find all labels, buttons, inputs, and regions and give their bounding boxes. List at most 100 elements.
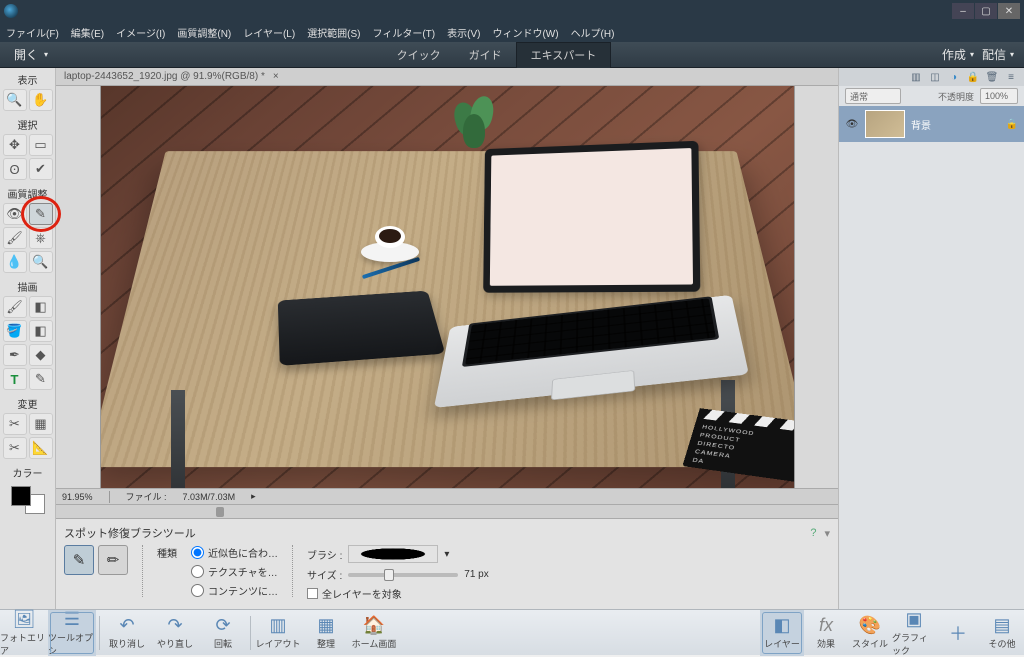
file-size-label: ファイル : xyxy=(126,490,167,503)
bb-redo[interactable]: ↷やり直し xyxy=(151,610,199,656)
smart-brush-tool[interactable]: 🖌 xyxy=(3,227,27,249)
tool-section-select: 選択 xyxy=(18,115,38,134)
size-slider[interactable] xyxy=(348,573,458,577)
zoom-tool[interactable]: 🔍 xyxy=(3,89,27,111)
eyedropper-tool[interactable]: ✒ xyxy=(3,344,27,366)
opt-content[interactable]: コンテンツに… xyxy=(191,583,278,598)
spot-heal-tool[interactable]: ✎ xyxy=(29,203,53,225)
bb-organize[interactable]: ▦整理 xyxy=(302,610,350,656)
panel-options-icon[interactable]: ≡ xyxy=(1004,70,1018,84)
bb-layout[interactable]: ▥レイアウト xyxy=(254,610,302,656)
lasso-tool[interactable]: ʘ xyxy=(3,158,27,180)
close-button[interactable]: ✕ xyxy=(998,3,1020,19)
tab-guide[interactable]: ガイド xyxy=(455,42,516,68)
bb-rotate[interactable]: ⟳回転 xyxy=(199,610,247,656)
brush-label: ブラシ : xyxy=(307,547,342,562)
layer-name: 背景 xyxy=(911,117,931,132)
recompose-tool[interactable]: ▦ xyxy=(29,413,53,435)
visibility-icon[interactable]: 👁 xyxy=(845,119,859,130)
menu-help[interactable]: ヘルプ(H) xyxy=(571,25,615,40)
crop-tool[interactable]: ✂ xyxy=(3,413,27,435)
deliver-dropdown[interactable]: 配信 xyxy=(982,46,1014,63)
pencil-tool[interactable]: ✎ xyxy=(29,368,53,390)
bb-photo-area[interactable]: 🖼フォトエリア xyxy=(0,610,48,656)
opt-proximity[interactable]: 近似色に合わ… xyxy=(191,545,278,560)
menu-edit[interactable]: 編集(E) xyxy=(71,25,104,40)
bb-layers[interactable]: ◧レイヤー xyxy=(760,610,804,656)
bb-graphics[interactable]: ▣グラフィック xyxy=(892,610,936,656)
menu-adjust[interactable]: 画質調整(N) xyxy=(177,25,231,40)
new-group-icon[interactable]: ◫ xyxy=(928,70,942,84)
menu-image[interactable]: イメージ(I) xyxy=(116,25,165,40)
shape-tool[interactable]: ◆ xyxy=(29,344,53,366)
menu-filter[interactable]: フィルター(T) xyxy=(373,25,436,40)
bb-home[interactable]: 🏠ホーム画面 xyxy=(350,610,398,656)
marquee-tool[interactable]: ▭ xyxy=(29,134,53,156)
bb-effects[interactable]: fx効果 xyxy=(804,610,848,656)
blend-mode-select[interactable]: 通常 xyxy=(845,88,901,104)
tab-quick[interactable]: クイック xyxy=(383,42,455,68)
new-layer-icon[interactable]: ▥ xyxy=(909,70,923,84)
hand-tool[interactable]: ✋ xyxy=(29,89,53,111)
eraser-tool[interactable]: ◧ xyxy=(29,296,53,318)
layer-row-background[interactable]: 👁 背景 🔒 xyxy=(839,106,1024,142)
content-move-tool[interactable]: ✂ xyxy=(3,437,27,459)
lock-icon: 🔒 xyxy=(1006,119,1018,130)
tool-section-mod: 変更 xyxy=(18,394,38,413)
tab-expert[interactable]: エキスパート xyxy=(516,42,612,68)
tool-section-color: カラー xyxy=(13,463,43,482)
document-tab[interactable]: laptop-2443652_1920.jpg @ 91.9%(RGB/8) * xyxy=(64,71,265,82)
canvas-area[interactable]: HOLLYWOODPRODUCTDIRECTOCAMERADA xyxy=(56,86,838,488)
window-titlebar: – ▢ ✕ xyxy=(0,0,1024,22)
menu-bar: ファイル(F) 編集(E) イメージ(I) 画質調整(N) レイヤー(L) 選択… xyxy=(0,22,1024,42)
move-tool[interactable]: ✥ xyxy=(3,134,27,156)
horizontal-scrollbar[interactable] xyxy=(56,504,838,518)
image-canvas[interactable]: HOLLYWOODPRODUCTDIRECTOCAMERADA xyxy=(101,86,794,488)
brush-dropdown-icon[interactable]: ▾ xyxy=(444,549,449,560)
bb-other[interactable]: ▤その他 xyxy=(980,610,1024,656)
minimize-button[interactable]: – xyxy=(952,3,974,19)
menu-window[interactable]: ウィンドウ(W) xyxy=(492,25,558,40)
create-dropdown[interactable]: 作成 xyxy=(942,46,974,63)
bb-add[interactable]: ＋ xyxy=(936,610,980,656)
fill-tool[interactable]: 🪣 xyxy=(3,320,27,342)
help-icon[interactable]: ? xyxy=(810,527,816,539)
opacity-label: 不透明度 xyxy=(938,90,974,103)
lock-layer-icon[interactable]: 🔒 xyxy=(966,70,980,84)
brush-tool[interactable]: 🖌 xyxy=(3,296,27,318)
size-label: サイズ : xyxy=(307,567,342,582)
quick-select-tool[interactable]: ✔ xyxy=(29,158,53,180)
open-dropdown[interactable]: 開く xyxy=(0,46,62,63)
bb-undo[interactable]: ↶取り消し xyxy=(103,610,151,656)
bb-styles[interactable]: 🎨スタイル xyxy=(848,610,892,656)
opacity-field[interactable]: 100% xyxy=(980,88,1018,104)
file-size-value: 7.03M/7.03M xyxy=(183,492,236,502)
straighten-tool[interactable]: 📐 xyxy=(29,437,53,459)
opt-texture[interactable]: テクスチャを… xyxy=(191,564,278,579)
menu-view[interactable]: 表示(V) xyxy=(447,25,480,40)
sponge-tool[interactable]: 🔍 xyxy=(29,251,53,273)
gradient-tool[interactable]: ◧ xyxy=(29,320,53,342)
bb-tool-options[interactable]: ☰ツールオプシ… xyxy=(48,610,96,656)
spot-heal-mode[interactable]: ✎ xyxy=(64,545,94,575)
layer-thumbnail[interactable] xyxy=(865,110,905,138)
document-tab-close-icon[interactable]: × xyxy=(273,71,279,82)
brush-preview[interactable] xyxy=(348,545,438,563)
heal-mode[interactable]: ✏ xyxy=(98,545,128,575)
delete-layer-icon[interactable]: 🗑 xyxy=(985,70,999,84)
adjustment-layer-icon[interactable]: ◑ xyxy=(947,70,961,84)
all-layers-checkbox[interactable]: 全レイヤーを対象 xyxy=(307,586,489,601)
zoom-level[interactable]: 91.95% xyxy=(62,492,93,502)
menu-file[interactable]: ファイル(F) xyxy=(6,25,59,40)
menu-select[interactable]: 選択範囲(S) xyxy=(307,25,360,40)
blur-tool[interactable]: 💧 xyxy=(3,251,27,273)
color-swatches[interactable] xyxy=(11,486,45,514)
type-tool[interactable]: T xyxy=(3,368,27,390)
menu-layer[interactable]: レイヤー(L) xyxy=(243,25,295,40)
status-menu-icon[interactable]: ▸ xyxy=(251,491,256,502)
maximize-button[interactable]: ▢ xyxy=(975,3,997,19)
panel-menu-icon[interactable]: ▾ xyxy=(824,527,830,540)
foreground-color-swatch[interactable] xyxy=(11,486,31,506)
mode-bar: 開く クイック ガイド エキスパート 作成 配信 xyxy=(0,42,1024,68)
app-logo-icon xyxy=(4,4,18,18)
